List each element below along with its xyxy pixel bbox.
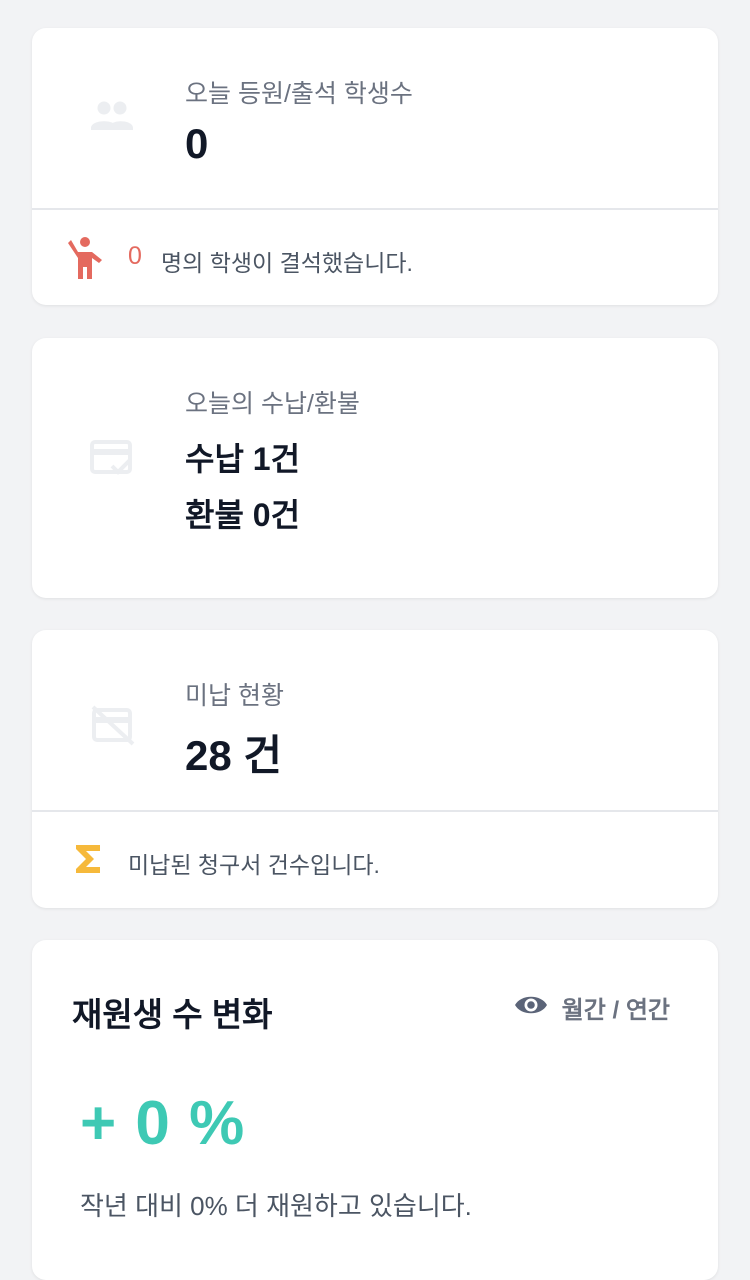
unpaid-note-row: 미납된 청구서 건수입니다. <box>32 830 718 888</box>
change-percent: + 0 % <box>80 1089 246 1158</box>
enrollment-card: 재원생 수 변화 월간 / 연간 + 0 % 작년 대비 0% 더 재원하고 있… <box>32 940 718 1280</box>
paid-count: 수납 1건 <box>185 441 301 477</box>
enrollment-title: 재원생 수 변화 <box>72 996 273 1033</box>
refund-count: 환불 0건 <box>185 497 301 533</box>
sigma-icon <box>74 843 102 880</box>
divider <box>32 810 718 812</box>
payments-card[interactable]: 오늘의 수납/환불 수납 1건 환불 0건 <box>32 338 718 598</box>
divider <box>32 208 718 210</box>
eye-icon <box>514 993 548 1022</box>
unpaid-label: 미납 현황 <box>185 682 284 710</box>
card-off-icon <box>90 704 136 751</box>
unpaid-note: 미납된 청구서 건수입니다. <box>128 852 380 878</box>
person-waving-icon <box>68 236 108 285</box>
unpaid-count: 28 건 <box>185 732 283 779</box>
attendance-label: 오늘 등원/출석 학생수 <box>185 80 413 108</box>
absent-message: 명의 학생이 결석했습니다. <box>161 250 413 276</box>
comparison-text: 작년 대비 0% 더 재원하고 있습니다. <box>80 1191 472 1221</box>
absent-count: 0 <box>128 242 142 270</box>
card-check-icon <box>90 440 134 483</box>
payments-label: 오늘의 수납/환불 <box>185 390 360 418</box>
attendance-card[interactable]: 오늘 등원/출석 학생수 0 0 명의 학생이 결석했습니다. <box>32 28 718 305</box>
absent-row: 0 명의 학생이 결석했습니다. <box>32 228 718 286</box>
period-toggle-label: 월간 / 연간 <box>561 997 670 1024</box>
period-toggle[interactable]: 월간 / 연간 <box>514 990 670 1025</box>
unpaid-card[interactable]: 미납 현황 28 건 미납된 청구서 건수입니다. <box>32 630 718 908</box>
group-icon <box>88 100 136 141</box>
attendance-count: 0 <box>185 120 209 167</box>
